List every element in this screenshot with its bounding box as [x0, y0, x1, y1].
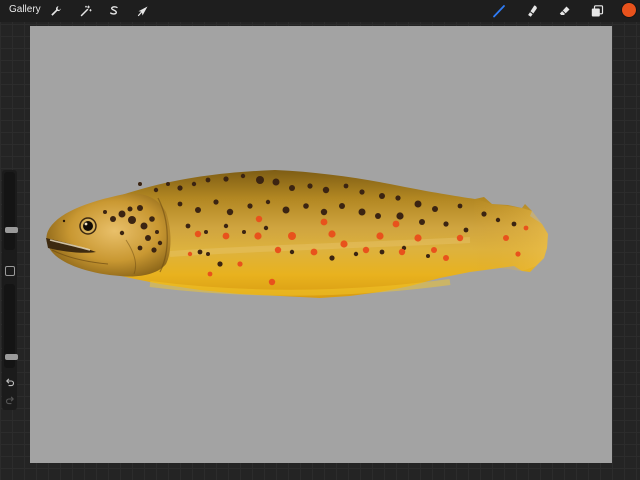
actions-button[interactable]: [47, 2, 65, 20]
drawing-canvas[interactable]: [30, 26, 612, 463]
undo-button[interactable]: [3, 376, 16, 388]
brush-tool-button[interactable]: [490, 2, 508, 20]
opacity-thumb[interactable]: [5, 354, 18, 360]
layers-icon: [591, 5, 604, 17]
top-toolbar: Gallery: [0, 0, 640, 22]
opacity-slider[interactable]: [4, 284, 18, 368]
undo-icon: [5, 378, 14, 387]
gallery-button[interactable]: Gallery: [9, 4, 41, 15]
brown-trout-painting: [46, 170, 548, 298]
brush-size-thumb[interactable]: [5, 227, 18, 233]
wrench-icon: [51, 6, 61, 16]
color-picker-button[interactable]: [622, 3, 636, 17]
modify-button[interactable]: [5, 266, 15, 276]
redo-button[interactable]: [3, 394, 16, 406]
smudge-finger-icon: [528, 5, 537, 17]
selection-s-icon: [110, 6, 118, 15]
adjustments-button[interactable]: [77, 2, 95, 20]
smudge-tool-button[interactable]: [523, 2, 541, 20]
brush-size-slider[interactable]: [4, 172, 18, 250]
eraser-tool-button[interactable]: [556, 2, 574, 20]
arrow-cursor-icon: [137, 6, 148, 17]
eraser-icon: [559, 6, 570, 15]
redo-icon: [5, 396, 14, 405]
transform-button[interactable]: [134, 2, 152, 20]
brush-icon: [493, 5, 505, 18]
layers-button[interactable]: [588, 2, 606, 20]
magic-wand-icon: [80, 5, 92, 17]
trout-head: [46, 193, 171, 277]
left-sidebar: [2, 170, 18, 410]
selection-button[interactable]: [105, 2, 123, 20]
